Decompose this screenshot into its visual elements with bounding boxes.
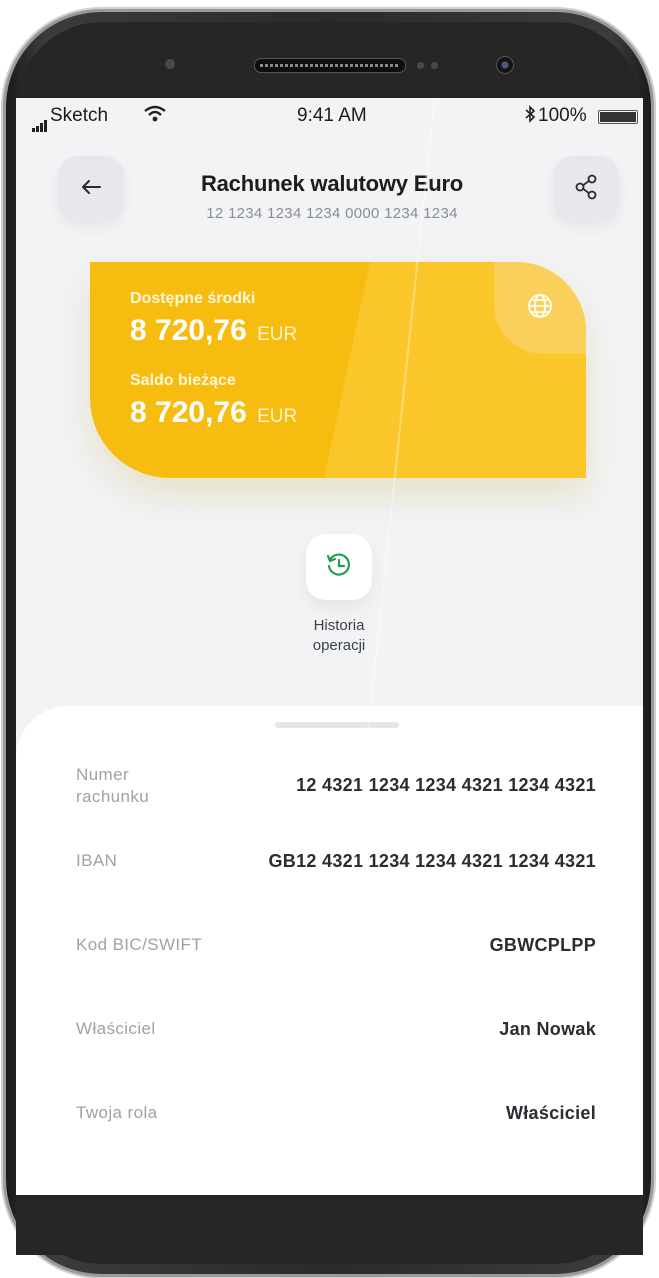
- proximity-sensor: [165, 59, 175, 69]
- owner-value: Jan Nowak: [499, 1019, 596, 1039]
- battery-percentage: 100%: [538, 105, 587, 126]
- owner-label: Właściciel: [76, 1019, 156, 1038]
- carrier-name: Sketch: [50, 105, 109, 126]
- account-number-label: Numer rachunku: [76, 765, 150, 806]
- detail-row-owner: Właściciel Jan Nowak: [76, 1018, 596, 1068]
- current-balance-label: Saldo bieżące: [130, 372, 236, 389]
- phone-bottom-bezel: [16, 1195, 643, 1255]
- status-time: 9:41 AM: [297, 105, 367, 126]
- history-icon: [325, 551, 353, 584]
- available-funds-label: Dostępne środki: [130, 290, 256, 307]
- share-icon: [574, 174, 598, 205]
- account-balance-card[interactable]: Dostępne środki 8 720,76 EUR Saldo bieżą…: [90, 262, 586, 478]
- bic-value: GBWCPLPP: [489, 935, 596, 955]
- available-funds-currency: EUR: [257, 324, 298, 345]
- back-button[interactable]: [58, 156, 124, 222]
- account-number-value: 12 4321 1234 1234 4321 1234 4321: [296, 775, 596, 795]
- currency-badge: [494, 262, 586, 354]
- wifi-icon: [144, 105, 166, 129]
- battery-icon: [598, 110, 638, 124]
- bic-label: Kod BIC/SWIFT: [76, 935, 203, 954]
- signal-icon: [32, 110, 48, 132]
- role-label: Twoja rola: [76, 1103, 158, 1122]
- account-number-subtitle: 12 1234 1234 1234 0000 1234 1234: [206, 205, 458, 222]
- share-button[interactable]: [553, 156, 619, 222]
- earpiece-speaker: [254, 58, 406, 73]
- arrow-left-icon: [80, 178, 102, 201]
- available-funds-amount: 8 720,76 EUR: [130, 314, 298, 347]
- current-balance-amount: 8 720,76 EUR: [130, 396, 298, 429]
- app-screen: Sketch 9:41 AM 100% Rachunek walutowy Eu…: [16, 98, 643, 1195]
- detail-row-bic: Kod BIC/SWIFT GBWCPLPP: [76, 934, 596, 984]
- light-sensor: [417, 62, 424, 69]
- history-button[interactable]: [306, 534, 372, 600]
- light-sensor-2: [431, 62, 438, 69]
- current-balance-currency: EUR: [257, 406, 298, 427]
- history-label[interactable]: Historia operacji: [279, 616, 399, 656]
- iban-label: IBAN: [76, 851, 118, 870]
- sheet-drag-handle[interactable]: [275, 722, 399, 728]
- bluetooth-icon: [524, 105, 536, 129]
- front-camera: [496, 56, 514, 74]
- detail-row-role: Twoja rola Właściciel: [76, 1102, 596, 1152]
- status-bar: Sketch 9:41 AM 100%: [16, 98, 643, 134]
- globe-icon: [527, 293, 553, 324]
- detail-row-iban: IBAN GB12 4321 1234 1234 4321 1234 4321: [76, 850, 596, 900]
- detail-row-account-number: Numer rachunku 12 4321 1234 1234 4321 123…: [76, 764, 596, 814]
- page-title: Rachunek walutowy Euro: [200, 171, 464, 196]
- account-details-sheet: Numer rachunku 12 4321 1234 1234 4321 123…: [16, 706, 643, 1195]
- role-value: Właściciel: [505, 1103, 596, 1123]
- iban-value: GB12 4321 1234 1234 4321 1234 4321: [268, 851, 596, 871]
